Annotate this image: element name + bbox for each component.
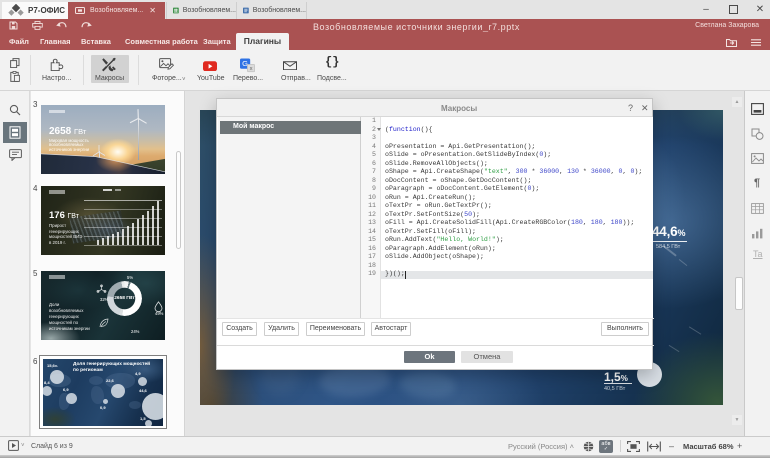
svg-text:x: x <box>250 66 253 72</box>
